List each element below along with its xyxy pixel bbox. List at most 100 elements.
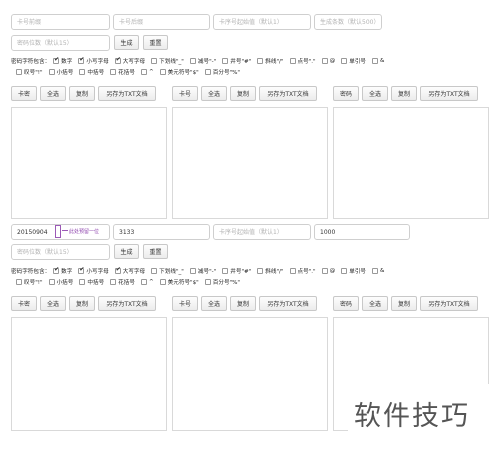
option-hash[interactable]: 井号"#": [222, 267, 251, 275]
option-braces[interactable]: 花括号: [110, 278, 135, 286]
option-slash[interactable]: 斜线"/": [257, 57, 284, 65]
card-secret-button[interactable]: 卡密: [11, 296, 37, 311]
option-minus[interactable]: 减号"-": [189, 267, 216, 275]
copy-button[interactable]: 复制: [230, 296, 256, 311]
card-number-textarea[interactable]: [172, 317, 328, 431]
option-caret[interactable]: ^: [140, 68, 154, 75]
generate-button[interactable]: 生成: [114, 244, 139, 259]
option-ampersand[interactable]: &: [372, 267, 384, 274]
select-all-button[interactable]: 全选: [201, 296, 227, 311]
checkbox[interactable]: [222, 57, 229, 64]
select-all-button[interactable]: 全选: [201, 86, 227, 101]
copy-button[interactable]: 复制: [69, 86, 95, 101]
option-exclamation[interactable]: 叹号"!": [16, 278, 43, 286]
option-hash[interactable]: 井号"#": [222, 57, 251, 65]
checkbox[interactable]: [204, 68, 211, 75]
option-percent[interactable]: 百分号"%": [204, 68, 240, 76]
checkbox[interactable]: [189, 267, 196, 274]
save-txt-button[interactable]: 另存为TXT文档: [98, 296, 156, 311]
checkbox[interactable]: [110, 68, 117, 75]
option-lowercase[interactable]: 小写字母: [78, 266, 109, 275]
password-button[interactable]: 密码: [333, 86, 359, 101]
option-lowercase[interactable]: 小写字母: [78, 56, 109, 65]
save-txt-button[interactable]: 另存为TXT文档: [98, 86, 156, 101]
checkbox[interactable]: [289, 57, 296, 64]
option-uppercase[interactable]: 大写字母: [114, 56, 145, 65]
checkbox[interactable]: [16, 68, 22, 75]
select-all-button[interactable]: 全选: [362, 86, 388, 101]
copy-button[interactable]: 复制: [391, 86, 417, 101]
checkbox[interactable]: [204, 278, 211, 285]
checkbox[interactable]: [222, 267, 229, 274]
password-textarea[interactable]: [333, 107, 489, 219]
card-suffix-input[interactable]: [113, 14, 210, 30]
option-slash[interactable]: 斜线"/": [257, 267, 284, 275]
checkbox[interactable]: [289, 267, 296, 274]
start-number-input[interactable]: [213, 224, 311, 240]
card-secret-textarea[interactable]: [11, 317, 167, 431]
checkbox[interactable]: [341, 57, 348, 64]
option-at[interactable]: @: [321, 267, 335, 274]
checkbox[interactable]: [53, 266, 59, 274]
checkbox[interactable]: [341, 267, 348, 274]
card-number-button[interactable]: 卡号: [172, 86, 198, 101]
option-parentheses[interactable]: 小括号: [48, 68, 73, 76]
option-uppercase[interactable]: 大写字母: [114, 266, 145, 275]
checkbox[interactable]: [79, 68, 86, 75]
start-number-input[interactable]: [213, 14, 311, 30]
checkbox[interactable]: [321, 267, 328, 274]
checkbox[interactable]: [16, 278, 22, 285]
card-secret-textarea[interactable]: [11, 107, 167, 219]
checkbox[interactable]: [151, 267, 158, 274]
checkbox[interactable]: [372, 57, 379, 64]
checkbox[interactable]: [372, 267, 379, 274]
password-button[interactable]: 密码: [333, 296, 359, 311]
checkbox[interactable]: [321, 57, 328, 64]
option-brackets[interactable]: 中括号: [79, 68, 104, 76]
option-digits[interactable]: 数字: [53, 266, 72, 275]
checkbox[interactable]: [48, 278, 55, 285]
card-prefix-input[interactable]: [11, 14, 110, 30]
select-all-button[interactable]: 全选: [40, 296, 66, 311]
option-at[interactable]: @: [321, 57, 335, 64]
option-percent[interactable]: 百分号"%": [204, 278, 240, 286]
copy-button[interactable]: 复制: [391, 296, 417, 311]
checkbox[interactable]: [257, 57, 264, 64]
option-minus[interactable]: 减号"-": [189, 57, 216, 65]
count-input[interactable]: [314, 14, 382, 30]
generate-button[interactable]: 生成: [114, 35, 139, 50]
option-ampersand[interactable]: &: [372, 57, 384, 64]
card-number-button[interactable]: 卡号: [172, 296, 198, 311]
option-dot[interactable]: 点号".": [289, 57, 316, 65]
checkbox[interactable]: [110, 278, 117, 285]
select-all-button[interactable]: 全选: [40, 86, 66, 101]
save-txt-button[interactable]: 另存为TXT文档: [420, 296, 478, 311]
option-caret[interactable]: ^: [140, 278, 154, 285]
checkbox[interactable]: [79, 278, 86, 285]
count-input[interactable]: [314, 224, 410, 240]
option-parentheses[interactable]: 小括号: [48, 278, 73, 286]
checkbox[interactable]: [257, 267, 264, 274]
save-txt-button[interactable]: 另存为TXT文档: [420, 86, 478, 101]
option-dollar[interactable]: 美元符号"$": [159, 278, 199, 286]
copy-button[interactable]: 复制: [230, 86, 256, 101]
copy-button[interactable]: 复制: [69, 296, 95, 311]
option-exclamation[interactable]: 叹号"!": [16, 68, 43, 76]
checkbox[interactable]: [114, 266, 121, 274]
checkbox[interactable]: [140, 278, 147, 285]
save-txt-button[interactable]: 另存为TXT文档: [259, 296, 317, 311]
option-dollar[interactable]: 美元符号"$": [159, 68, 199, 76]
option-single-quote[interactable]: 单引号: [341, 267, 366, 275]
checkbox[interactable]: [114, 56, 121, 64]
select-all-button[interactable]: 全选: [362, 296, 388, 311]
card-secret-button[interactable]: 卡密: [11, 86, 37, 101]
reset-button[interactable]: 重置: [143, 35, 168, 50]
option-underscore[interactable]: 下划线"_": [151, 57, 184, 65]
checkbox[interactable]: [78, 56, 84, 64]
checkbox[interactable]: [159, 68, 166, 75]
password-length-input[interactable]: [11, 244, 110, 260]
checkbox[interactable]: [140, 68, 147, 75]
card-number-textarea[interactable]: [172, 107, 328, 219]
checkbox[interactable]: [48, 68, 55, 75]
reset-button[interactable]: 重置: [143, 244, 168, 259]
